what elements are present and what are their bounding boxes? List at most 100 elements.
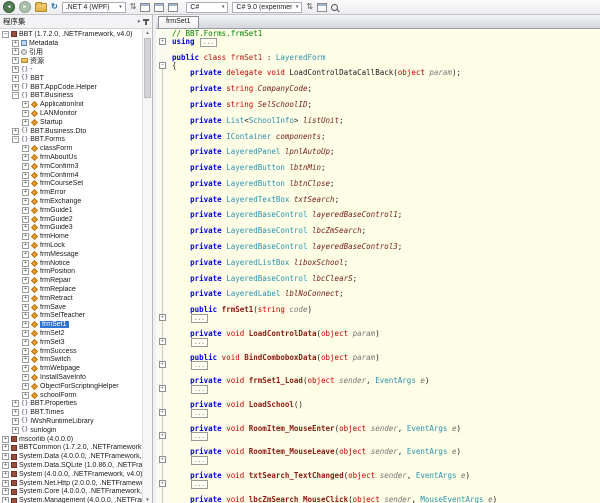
tree-item-label[interactable]: frmHome — [40, 233, 69, 240]
expand-expander-icon[interactable]: + — [22, 392, 29, 399]
expand-expander-icon[interactable]: + — [22, 312, 29, 319]
tree-item[interactable]: +frmMessage — [0, 250, 143, 259]
tree-item[interactable]: + frmCourseSet — [0, 180, 143, 189]
tree-item[interactable]: + frmSwitch — [0, 355, 143, 364]
tree-item[interactable]: −{}BBT.Business — [0, 92, 143, 101]
tree-item[interactable]: +System (4.0.0.0, .NETFramework, v4.0) — [0, 470, 143, 479]
expand-expander-icon[interactable]: + — [22, 321, 29, 328]
tree-item-label[interactable]: frmSwitch — [40, 356, 71, 363]
expand-expander-icon[interactable]: + — [22, 180, 29, 187]
collapse-all-icon[interactable] — [140, 3, 150, 12]
tree-item-label[interactable]: schoolForm — [40, 392, 77, 399]
tree-item[interactable]: + Startup — [0, 118, 143, 127]
tree-item-label[interactable]: frmRepair — [40, 277, 71, 284]
fold-expand-icon[interactable]: + — [156, 361, 169, 369]
scroll-down-icon[interactable]: ▼ — [143, 496, 152, 503]
tree-item[interactable]: + schoolForm — [0, 391, 143, 400]
collapse-expander-icon[interactable]: − — [12, 92, 19, 99]
panel-menu-icon[interactable]: ▾ — [137, 19, 140, 25]
expand-expander-icon[interactable]: + — [2, 462, 9, 469]
expand-expander-icon[interactable]: + — [2, 497, 9, 503]
tree-item[interactable]: +{}BBT.AppCode.Helper — [0, 83, 143, 92]
expand-expander-icon[interactable]: + — [12, 48, 19, 55]
folded-body-icon[interactable]: ... — [191, 338, 208, 347]
tree-item-label[interactable]: frmReplace — [40, 286, 76, 293]
tree-item-label[interactable]: sunlogin — [30, 427, 56, 434]
tree-item[interactable]: + 引用 — [0, 48, 143, 57]
tree-item-label[interactable]: classForm — [40, 145, 72, 152]
tree-item-label[interactable]: frmAboutUs — [40, 154, 77, 161]
tree-item-label[interactable]: frmNotice — [40, 260, 70, 267]
tree-item[interactable]: +frmGuide2 — [0, 215, 143, 224]
tree-item[interactable]: +{}BBT.Times — [0, 408, 143, 417]
tree-item[interactable]: −BBT (1.7.2.0, .NETFramework, v4.0) — [0, 30, 143, 39]
tree-item[interactable]: +frmError — [0, 188, 143, 197]
folded-body-icon[interactable]: ... — [191, 432, 208, 441]
scroll-up-icon[interactable]: ▲ — [143, 29, 152, 37]
tree-item-label[interactable]: Metadata — [29, 40, 58, 47]
tree-item[interactable]: + frmHome — [0, 232, 143, 241]
expand-expander-icon[interactable]: + — [12, 400, 19, 407]
tree-item[interactable]: +frmConfirm4 — [0, 171, 143, 180]
assembly-tree[interactable]: −BBT (1.7.2.0, .NETFramework, v4.0)+Meta… — [0, 29, 152, 503]
tree-item[interactable]: + Metadata — [0, 39, 143, 48]
tree-item[interactable]: +frmGuide1 — [0, 206, 143, 215]
tree-item[interactable]: +frmExchange — [0, 197, 143, 206]
tree-item[interactable]: +{}- — [0, 65, 143, 74]
expand-expander-icon[interactable]: + — [22, 119, 29, 126]
expand-expander-icon[interactable]: + — [22, 374, 29, 381]
code-editor[interactable]: +−+++++++++ // BBT.Forms.frmSet1using ..… — [156, 29, 600, 503]
expand-expander-icon[interactable]: + — [12, 427, 19, 434]
search-icon[interactable] — [331, 4, 338, 11]
tree-item-label[interactable]: BBT.Forms — [30, 136, 65, 143]
expand-expander-icon[interactable]: + — [12, 66, 19, 73]
assembly-list-combobox[interactable]: .NET 4 (WPF) ▾ — [62, 2, 126, 13]
tree-item[interactable]: +资源 — [0, 56, 143, 65]
expand-expander-icon[interactable]: + — [2, 453, 9, 460]
folded-body-icon[interactable]: ... — [191, 361, 208, 370]
tree-item[interactable]: +frmLock — [0, 241, 143, 250]
tree-item-label[interactable]: BBT.AppCode.Helper — [30, 84, 97, 91]
tree-item[interactable]: + InstallSaveInfo — [0, 373, 143, 382]
expand-expander-icon[interactable]: + — [22, 242, 29, 249]
tree-item[interactable]: +frmGuide3 — [0, 224, 143, 233]
collapse-expander-icon[interactable]: − — [2, 31, 9, 38]
collapse-expander-icon[interactable]: − — [12, 136, 19, 143]
expand-expander-icon[interactable]: + — [22, 356, 29, 363]
tree-item-label[interactable]: frmSelTeacher — [40, 312, 85, 319]
tree-item-label[interactable]: frmSet2 — [40, 330, 65, 337]
tab-frmset1[interactable]: frmSet1 — [158, 16, 199, 28]
tree-item-label[interactable]: 引用 — [29, 48, 43, 57]
tree-item-label[interactable]: BBT.Times — [30, 409, 64, 416]
pin-icon[interactable] — [145, 19, 147, 25]
fold-expand-icon[interactable]: + — [156, 338, 169, 346]
tree-item[interactable]: +frmSave — [0, 303, 143, 312]
tree-item-label[interactable]: InstallSaveInfo — [40, 374, 86, 381]
tree-item-label[interactable]: System.Net.Http (2.0.0.0, .NETFramework,… — [19, 480, 143, 487]
sort-order-icon[interactable]: ⇅ — [306, 2, 313, 12]
tree-item-label[interactable]: frmSet1 — [40, 321, 69, 328]
expand-expander-icon[interactable]: + — [22, 383, 29, 390]
tree-item[interactable]: +frmAboutUs — [0, 153, 143, 162]
tree-item[interactable]: +System.Net.Http (2.0.0.0, .NETFramework… — [0, 479, 143, 488]
fold-expand-icon[interactable]: + — [156, 480, 169, 488]
refresh-icon[interactable]: ↻ — [51, 2, 58, 12]
expand-expander-icon[interactable]: + — [22, 233, 29, 240]
expand-expander-icon[interactable]: + — [22, 304, 29, 311]
tree-item-label[interactable]: System.Core (4.0.0.0, .NETFramework, v4.… — [19, 488, 143, 495]
expand-expander-icon[interactable]: + — [12, 40, 19, 47]
expand-expander-icon[interactable]: + — [22, 216, 29, 223]
tree-item-label[interactable]: frmExchange — [40, 198, 81, 205]
tree-item-label[interactable]: frmCourseSet — [40, 180, 83, 187]
tree-item[interactable]: +frmSuccess — [0, 347, 143, 356]
tree-item-label[interactable]: frmSet3 — [40, 339, 65, 346]
tree-item[interactable]: +ApplicationInit — [0, 100, 143, 109]
tree-item[interactable]: +frmPosition — [0, 268, 143, 277]
word-wrap-icon[interactable] — [154, 3, 164, 12]
tree-item[interactable]: +frmConfirm3 — [0, 162, 143, 171]
fold-expand-icon[interactable]: + — [156, 409, 169, 417]
tree-item-label[interactable]: Startup — [40, 119, 63, 126]
tree-item-label[interactable]: frmSuccess — [40, 348, 77, 355]
tree-scrollbar[interactable]: ▲ ▼ — [142, 29, 152, 503]
tree-item[interactable]: +ObjectForScriptingHelper — [0, 382, 143, 391]
